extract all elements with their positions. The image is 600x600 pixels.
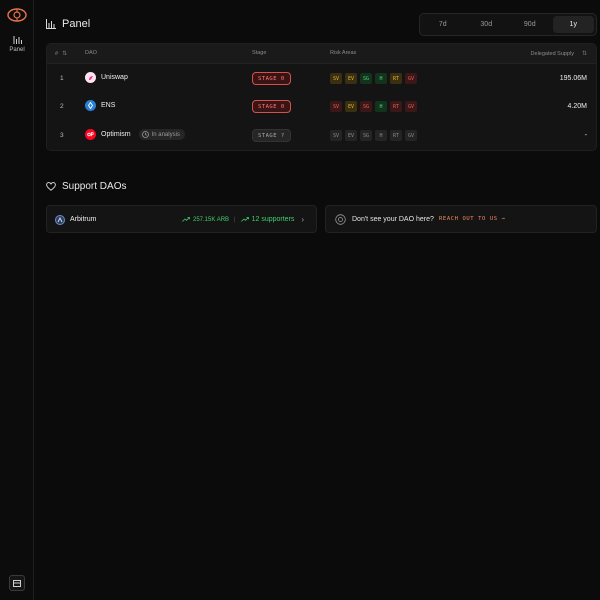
column-delegated-supply: Delegated Supply ⇅ [531,50,587,57]
tab-7d[interactable]: 7d [422,16,464,33]
support-daos-title-text: Support DAOs [62,180,127,192]
risk-badge[interactable]: H [375,130,387,141]
table-header: # ⇅ DAO Stage Risk Areas Delegated Supply… [47,44,596,64]
ens-icon [85,100,96,111]
sidebar: Panel [0,0,34,600]
risk-badge[interactable]: EV [345,101,357,112]
dao-name: Optimism [101,131,131,138]
column-rank: # ⇅ [55,50,67,57]
risk-badge[interactable]: EV [345,73,357,84]
risk-areas: SV EV SG H RT GV [330,101,417,112]
column-stage: Stage [252,50,267,56]
uniswap-icon [85,72,96,83]
column-dao: DAO [85,50,97,56]
tab-1y[interactable]: 1y [552,16,594,33]
risk-badge[interactable]: SV [330,130,342,141]
arbitrum-icon [55,215,65,225]
bar-chart-icon [13,36,22,44]
in-analysis-badge: In analysis [138,129,185,140]
globe-icon [335,214,346,225]
delegated-supply-value: - [584,132,587,139]
risk-badge[interactable]: RT [390,101,402,112]
stage-badge[interactable]: STAGE 0 [252,100,291,113]
table-row[interactable]: 1 Uniswap STAGE 0 SV EV SG H RT GV 195.0… [47,65,596,93]
dao-cell[interactable]: Optimism In analysis [85,129,185,140]
chevron-right-icon: › [301,215,304,224]
risk-badge[interactable]: EV [345,130,357,141]
dao-table: # ⇅ DAO Stage Risk Areas Delegated Supply… [46,43,597,151]
risk-badge[interactable]: H [375,101,387,112]
trending-up-icon [182,217,190,222]
reach-out-text: Don't see your DAO here? [352,216,434,223]
sidebar-item-label: Panel [9,47,25,53]
column-supply-label: Delegated Supply [530,51,574,57]
table-row[interactable]: 3 Optimism In analysis STAGE ? SV EV SG … [47,122,596,150]
sort-icon[interactable]: ⇅ [62,51,67,57]
risk-badge[interactable]: SG [360,101,372,112]
tab-90d[interactable]: 90d [509,16,551,33]
stage-badge[interactable]: STAGE 0 [252,72,291,85]
risk-badge[interactable]: RT [390,130,402,141]
risk-badge[interactable]: SG [360,73,372,84]
tab-30d[interactable]: 30d [466,16,508,33]
delegated-supply-value: 4.20M [567,103,587,110]
stats-divider: | [234,216,236,223]
arbitrum-name: Arbitrum [70,216,97,223]
reach-out-card[interactable]: Don't see your DAO here? REACH OUT TO US… [325,205,597,233]
arbitrum-support-card[interactable]: Arbitrum 257.15K ARB | 12 supporters › [46,205,317,233]
arbitrum-supporters: 12 supporters [251,216,295,223]
eye-logo-icon[interactable] [7,8,27,22]
row-rank: 1 [60,75,64,82]
risk-badge[interactable]: GV [405,130,417,141]
risk-badge[interactable]: GV [405,73,417,84]
reach-out-link[interactable]: REACH OUT TO US → [439,216,506,222]
clock-icon [141,131,149,138]
stage-badge[interactable]: STAGE ? [252,129,291,142]
column-rank-label: # [55,51,59,57]
app-root: Panel Panel 7d 30d 90d 1y # ⇅ DAO Stage … [0,0,600,600]
row-rank: 2 [60,103,64,110]
risk-areas: SV EV SG H RT GV [330,73,417,84]
risk-badge[interactable]: RT [390,73,402,84]
risk-badge[interactable]: SG [360,130,372,141]
arbitrum-amount: 257.15K ARB [193,216,230,223]
optimism-icon [85,129,96,140]
risk-badge[interactable]: H [375,73,387,84]
sidebar-item-panel[interactable]: Panel [3,36,31,58]
delegated-supply-value: 195.06M [559,75,587,82]
dao-cell[interactable]: ENS [85,100,115,111]
time-range-tabs: 7d 30d 90d 1y [419,13,597,36]
page-title: Panel [46,17,90,31]
arbitrum-stats: 257.15K ARB | 12 supporters [182,216,294,223]
dao-name: Uniswap [101,74,128,81]
heart-icon [46,181,56,191]
trending-up-icon [240,217,249,222]
risk-badge[interactable]: GV [405,101,417,112]
in-analysis-label: In analysis [151,131,180,138]
risk-badge[interactable]: SV [330,101,342,112]
risk-areas: SV EV SG H RT GV [330,130,417,141]
table-row[interactable]: 2 ENS STAGE 0 SV EV SG H RT GV 4.20M [47,93,596,121]
sidebar-toggle-button[interactable] [9,575,25,591]
page-title-text: Panel [62,18,91,30]
column-risk-areas: Risk Areas [330,50,357,56]
sidebar-toggle-icon [13,579,21,587]
dao-cell[interactable]: Uniswap [85,72,128,83]
support-daos-title: Support DAOs [46,180,126,192]
row-rank: 3 [60,132,64,139]
sort-icon[interactable]: ⇅ [582,51,587,57]
bar-chart-icon [46,19,56,29]
risk-badge[interactable]: SV [330,73,342,84]
dao-name: ENS [101,102,116,109]
